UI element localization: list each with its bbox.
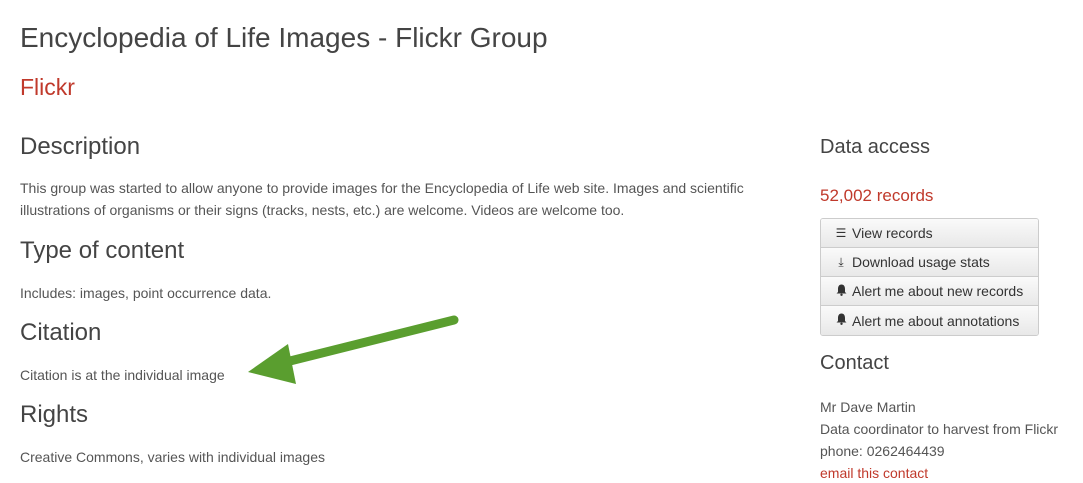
page-title: Encyclopedia of Life Images - Flickr Gro… bbox=[20, 22, 548, 53]
rights-text: Creative Commons, varies with individual… bbox=[20, 449, 326, 465]
records-count-link[interactable]: 52,002 records bbox=[820, 186, 933, 206]
view-records-label: View records bbox=[852, 225, 933, 241]
citation-text: Citation is at the individual image bbox=[20, 367, 225, 383]
data-access-button-group: ☰ View records ⤓ Download usage stats Al… bbox=[820, 218, 1039, 336]
alert-annotations-label: Alert me about annotations bbox=[852, 312, 1020, 329]
provider-link[interactable]: Flickr bbox=[20, 74, 75, 101]
contact-name: Mr Dave Martin bbox=[820, 399, 916, 415]
content-type-heading: Type of content bbox=[20, 237, 185, 264]
description-heading: Description bbox=[20, 133, 141, 160]
contact-details: Mr Dave Martin Data coordinator to harve… bbox=[820, 396, 1058, 483]
list-icon: ☰ bbox=[835, 226, 847, 240]
citation-heading: Citation bbox=[20, 319, 102, 346]
alert-new-records-label: Alert me about new records bbox=[852, 283, 1024, 299]
download-usage-stats-label: Download usage stats bbox=[852, 254, 990, 270]
download-usage-stats-button[interactable]: ⤓ Download usage stats bbox=[821, 248, 1038, 277]
bell-icon bbox=[835, 284, 847, 299]
description-text: This group was started to allow anyone t… bbox=[20, 180, 744, 218]
contact-phone: phone: 0262464439 bbox=[820, 443, 945, 459]
view-records-button[interactable]: ☰ View records bbox=[821, 219, 1038, 248]
download-icon: ⤓ bbox=[838, 254, 844, 269]
bell-icon bbox=[835, 313, 847, 328]
rights-heading: Rights bbox=[20, 401, 89, 428]
data-access-heading: Data access bbox=[820, 136, 931, 158]
content-type-text: Includes: images, point occurrence data. bbox=[20, 285, 272, 301]
alert-new-records-button[interactable]: Alert me about new records bbox=[821, 277, 1038, 306]
contact-role: Data coordinator to harvest from Flickr bbox=[820, 421, 1059, 437]
contact-heading: Contact bbox=[820, 352, 889, 374]
alert-annotations-button[interactable]: Alert me about annotations bbox=[821, 306, 1038, 335]
annotation-arrow-icon bbox=[248, 315, 459, 384]
email-contact-link[interactable]: email this contact bbox=[820, 465, 928, 481]
